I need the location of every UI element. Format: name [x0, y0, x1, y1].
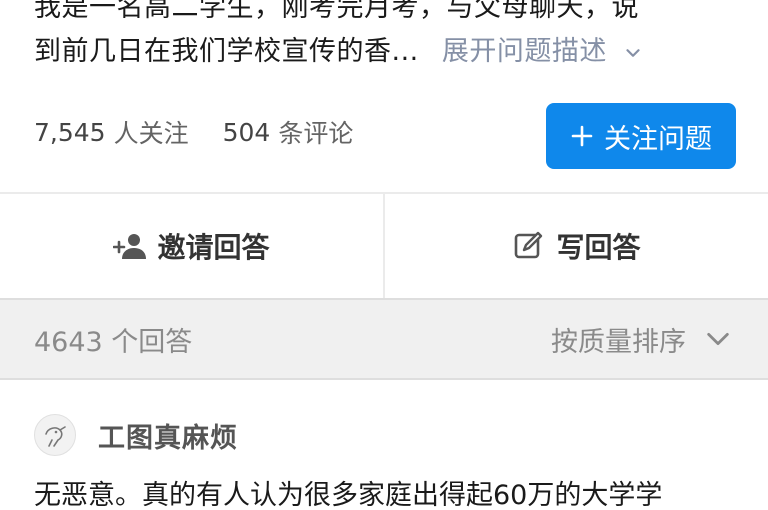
add-person-icon [113, 234, 147, 259]
write-answer-button[interactable]: 写回答 [385, 194, 768, 298]
question-description[interactable]: 我是一名高二学生，刚考完月考，与父母聊天，说 到前几日在我们学校宣传的香... … [34, 0, 744, 74]
invite-answer-button[interactable]: 邀请回答 [0, 194, 383, 298]
followers-stat[interactable]: 7,545 人关注 [34, 114, 189, 150]
avatar[interactable] [34, 414, 76, 456]
question-stats: 7,545 人关注 504 条评论 [34, 114, 387, 150]
expand-description-label: 展开问题描述 [441, 36, 607, 67]
write-answer-label: 写回答 [556, 231, 641, 264]
edit-icon [515, 231, 543, 259]
answer-excerpt[interactable]: 无恶意。真的有人认为很多家庭出得起60万的大学学 [34, 474, 754, 510]
follow-question-button[interactable]: 关注问题 [546, 103, 736, 169]
chevron-down-icon [626, 48, 640, 57]
comments-stat[interactable]: 504 条评论 [223, 114, 354, 150]
followers-count: 7,545 [34, 117, 106, 147]
answers-header: 4643 个回答 按质量排序 [0, 298, 768, 380]
chevron-down-icon [707, 332, 729, 346]
follow-question-label: 关注问题 [604, 123, 712, 155]
description-line-2: 到前几日在我们学校宣传的香... 展开问题描述 [34, 30, 744, 74]
author-name[interactable]: 工图真麻烦 [98, 416, 238, 455]
bird-sketch-icon [45, 426, 66, 447]
invite-answer-label: 邀请回答 [157, 231, 270, 264]
sort-dropdown[interactable]: 按质量排序 [551, 320, 732, 359]
description-line-1: 我是一名高二学生，刚考完月考，与父母聊天，说 [34, 0, 639, 23]
followers-label: 人关注 [113, 119, 189, 148]
sort-label: 按质量排序 [551, 326, 686, 358]
comments-count: 504 [222, 117, 271, 147]
answer-author[interactable]: 工图真麻烦 [34, 412, 238, 458]
plus-icon [571, 125, 593, 147]
comments-label: 条评论 [278, 119, 354, 148]
question-page: 我是一名高二学生，刚考完月考，与父母聊天，说 到前几日在我们学校宣传的香... … [0, 0, 768, 510]
answers-count: 4643 个回答 [34, 326, 193, 358]
expand-description-link[interactable]: 展开问题描述 [442, 36, 644, 67]
answer-actions: 邀请回答 写回答 [0, 194, 768, 298]
description-line-2-text: 到前几日在我们学校宣传的香... [34, 36, 419, 67]
